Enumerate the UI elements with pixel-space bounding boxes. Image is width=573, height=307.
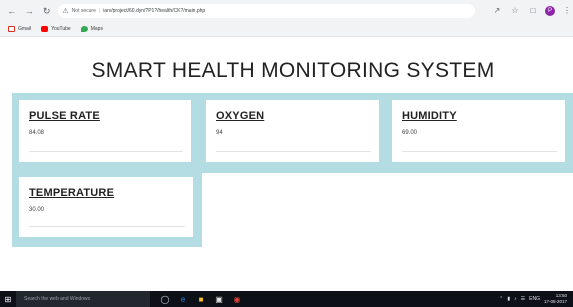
- battery-icon[interactable]: ▮: [507, 296, 510, 302]
- sidebar-icon[interactable]: □: [527, 5, 539, 17]
- forward-arrow-icon[interactable]: →: [23, 5, 34, 17]
- bookmarks-bar: Gmail YouTube Maps: [0, 22, 573, 36]
- file-explorer-icon[interactable]: ■: [192, 291, 210, 307]
- bookmark-label: Maps: [90, 26, 103, 32]
- store-icon[interactable]: ▣: [210, 291, 228, 307]
- bookmark-label: YouTube: [51, 26, 71, 32]
- taskbar-search[interactable]: Search the web and Windows: [16, 291, 150, 307]
- card-divider: [29, 151, 183, 152]
- card-title: OXYGEN: [216, 110, 265, 122]
- card-value: 30.00: [29, 207, 45, 213]
- reload-icon[interactable]: ↻: [41, 5, 52, 17]
- taskbar: ⊞ Search the web and Windows ◯ e ■ ▣ ◉ ⌃…: [0, 291, 573, 307]
- maps-icon: [80, 26, 88, 32]
- card-humidity: HUMIDITY 69.00: [392, 100, 565, 162]
- browser-toolbar: ← → ↻ ⚠ Not secure | iarv/project/60.dyn…: [0, 0, 573, 22]
- card-pulse-rate: PULSE RATE 84.08: [19, 100, 191, 162]
- card-divider: [402, 151, 557, 152]
- card-value: 84.08: [29, 130, 45, 136]
- star-icon[interactable]: ☆: [509, 5, 521, 17]
- clock[interactable]: 13:50 17-08-2017: [544, 293, 567, 305]
- bookmark-label: Gmail: [18, 26, 32, 32]
- card-title: TEMPERATURE: [29, 187, 115, 199]
- security-label: Not secure: [71, 8, 96, 14]
- clock-date: 17-08-2017: [543, 299, 567, 304]
- page-content: SMART HEALTH MONITORING SYSTEM PULSE RAT…: [0, 37, 573, 291]
- card-divider: [216, 151, 371, 152]
- system-tray: ⌃ ▮ ♪ ☰ ENG 13:50 17-08-2017: [495, 293, 573, 305]
- card-divider: [29, 226, 185, 227]
- card-title: HUMIDITY: [402, 110, 457, 122]
- card-value: 69.00: [402, 130, 418, 136]
- card-temperature: TEMPERATURE 30.00: [19, 177, 193, 237]
- task-view-icon[interactable]: ◯: [156, 291, 174, 307]
- card-oxygen: OXYGEN 94: [206, 100, 379, 162]
- menu-dots-icon[interactable]: ⋮: [561, 5, 573, 17]
- bookmark-youtube[interactable]: YouTube: [41, 26, 71, 32]
- share-icon[interactable]: ↗: [491, 5, 503, 17]
- volume-icon[interactable]: ♪: [514, 296, 517, 302]
- address-bar[interactable]: ⚠ Not secure | iarv/project/60.dyn/?P1?/…: [58, 4, 476, 18]
- gmail-icon: [8, 26, 15, 32]
- browser-chrome: ← → ↻ ⚠ Not secure | iarv/project/60.dyn…: [0, 0, 573, 37]
- chevron-up-icon[interactable]: ⌃: [499, 296, 503, 302]
- chrome-icon[interactable]: ◉: [228, 291, 246, 307]
- back-arrow-icon[interactable]: ←: [6, 5, 17, 17]
- browser-actions: ↗ ☆ □ P ⋮: [485, 5, 573, 17]
- bookmark-maps[interactable]: Maps: [80, 26, 103, 32]
- taskbar-apps: ◯ e ■ ▣ ◉: [156, 291, 246, 307]
- card-title: PULSE RATE: [29, 110, 100, 122]
- page-title: SMART HEALTH MONITORING SYSTEM: [91, 59, 495, 82]
- url-text: iarv/project/60.dyn/?P1?/health/CK?/main…: [103, 8, 206, 14]
- network-icon[interactable]: ☰: [521, 296, 525, 302]
- card-value: 94: [216, 130, 223, 136]
- edge-icon[interactable]: e: [174, 291, 192, 307]
- windows-start-icon[interactable]: ⊞: [0, 291, 16, 307]
- youtube-icon: [41, 26, 49, 32]
- bookmark-gmail[interactable]: Gmail: [8, 26, 31, 32]
- address-separator: |: [98, 8, 101, 14]
- language-indicator[interactable]: ENG: [529, 296, 540, 302]
- warning-icon: ⚠: [62, 8, 69, 15]
- profile-avatar[interactable]: P: [545, 6, 556, 16]
